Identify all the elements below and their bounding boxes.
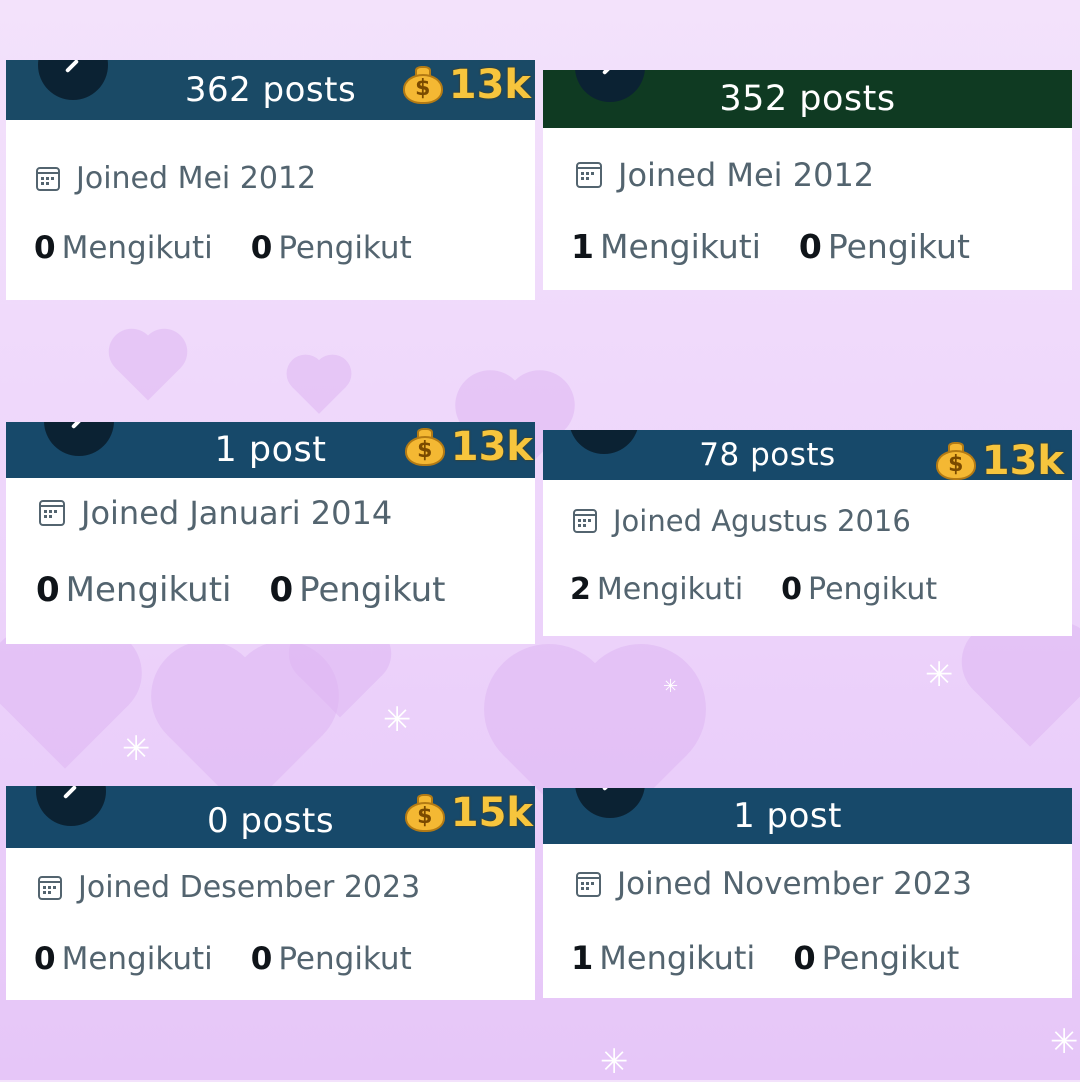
joined-date: Joined November 2023 [576,866,972,902]
calendar-icon [38,875,62,900]
profile-card: 0 posts $ 15k Joined Desember 2023 0 Men… [6,786,535,1000]
joined-text: Joined Agustus 2016 [613,504,911,538]
followers-count: 0 [793,939,816,977]
background-heart [1,641,129,769]
post-count: 1 post [214,430,327,470]
following-count: 0 [34,941,56,977]
profile-card: 78 posts $ 13k Joined Agustus 2016 2 Men… [543,430,1072,636]
money-badge: $ 13k [935,438,1064,484]
back-arrow-icon[interactable] [38,60,108,100]
following-count: 0 [34,230,56,266]
calendar-icon [576,871,601,897]
joined-text: Joined Mei 2012 [76,161,317,196]
profile-header: 0 posts $ 15k [6,786,535,848]
following-link[interactable]: Mengikuti [62,230,213,266]
followers-link[interactable]: Pengikut [278,941,411,977]
following-link[interactable]: Mengikuti [600,227,761,266]
following-count: 1 [571,939,594,977]
follow-stats: 0 Mengikuti 0 Pengikut [34,941,412,977]
profile-card: 1 post Joined November 2023 1 Mengikuti … [543,788,1072,998]
post-count: 362 posts [184,70,357,110]
calendar-icon [573,509,597,533]
back-arrow-icon[interactable] [36,786,106,826]
joined-date: Joined Mei 2012 [576,156,874,194]
followers-count: 0 [250,230,273,266]
following-link[interactable]: Mengikuti [66,570,232,610]
following-count: 2 [570,572,591,607]
followers-count: 0 [250,941,273,977]
follow-stats: 1 Mengikuti 0 Pengikut [571,939,959,977]
sparkle-icon: ✳ [925,655,954,695]
joined-text: Joined Januari 2014 [81,494,393,532]
calendar-icon [576,162,602,188]
sparkle-icon: ✳ [383,700,412,740]
joined-text: Joined Desember 2023 [78,870,421,905]
badge-value: 13k [448,62,531,108]
followers-link[interactable]: Pengikut [278,230,411,266]
profile-card: 352 posts Joined Mei 2012 1 Mengikuti 0 … [543,70,1072,290]
money-bag-icon: $ [404,794,445,832]
background-heart [115,335,181,401]
badge-value: 13k [450,424,533,470]
following-link[interactable]: Mengikuti [597,572,743,607]
money-badge: $ 13k [404,424,533,470]
post-count: 0 posts [206,801,335,841]
profile-card: 362 posts $ 13k Joined Mei 2012 0 Mengik… [6,60,535,300]
calendar-icon [39,500,65,526]
money-badge: $ 15k [404,790,533,836]
sparkle-icon: ✳ [1050,1022,1079,1062]
joined-text: Joined Mei 2012 [618,156,875,194]
money-badge: $ 13k [402,62,531,108]
background-heart [292,360,346,414]
joined-date: Joined Januari 2014 [39,494,392,532]
background-heart [973,633,1080,747]
follow-stats: 2 Mengikuti 0 Pengikut [570,572,937,607]
post-count: 1 post [733,796,842,836]
follow-stats: 1 Mengikuti 0 Pengikut [571,227,970,266]
back-arrow-icon[interactable] [575,70,645,102]
joined-date: Joined Mei 2012 [36,161,316,196]
followers-link[interactable]: Pengikut [808,572,937,607]
profile-header: 362 posts $ 13k [6,60,535,120]
follow-stats: 0 Mengikuti 0 Pengikut [34,230,412,266]
followers-count: 0 [798,227,822,266]
following-link[interactable]: Mengikuti [599,939,755,977]
money-bag-icon: $ [935,442,976,480]
money-bag-icon: $ [404,428,445,466]
joined-date: Joined Agustus 2016 [573,504,911,538]
money-bag-icon: $ [402,66,443,104]
profile-header: 1 post $ 13k [6,422,535,478]
following-link[interactable]: Mengikuti [62,941,213,977]
followers-link[interactable]: Pengikut [828,227,970,266]
badge-value: 13k [981,438,1064,484]
joined-date: Joined Desember 2023 [38,870,420,905]
back-arrow-icon[interactable] [569,430,639,454]
profile-header: 352 posts [543,70,1072,128]
followers-count: 0 [781,572,803,607]
post-count: 78 posts [699,437,836,473]
following-count: 1 [571,227,594,266]
badge-value: 15k [450,790,533,836]
back-arrow-icon[interactable] [44,422,114,456]
sparkle-icon: ✳ [663,676,679,697]
post-count: 352 posts [719,79,896,119]
follow-stats: 0 Mengikuti 0 Pengikut [36,570,445,610]
followers-link[interactable]: Pengikut [822,939,960,977]
sparkle-icon: ✳ [600,1042,629,1082]
following-count: 0 [36,570,60,610]
followers-link[interactable]: Pengikut [299,570,445,610]
profile-header: 1 post [543,788,1072,844]
profile-card: 1 post $ 13k Joined Januari 2014 0 Mengi… [6,422,535,644]
followers-count: 0 [269,570,294,610]
sparkle-icon: ✳ [122,729,151,769]
joined-text: Joined November 2023 [617,866,972,902]
calendar-icon [36,166,60,191]
back-arrow-icon[interactable] [575,788,645,818]
